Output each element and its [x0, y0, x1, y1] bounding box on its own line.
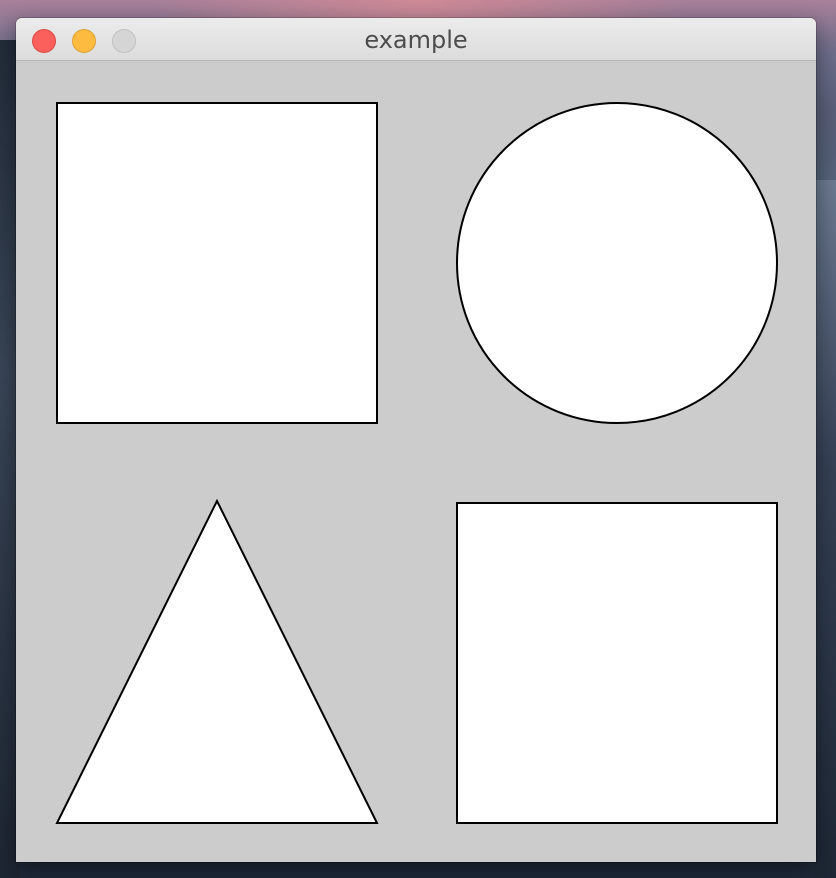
window-title: example [364, 26, 468, 54]
shapes-svg [55, 102, 778, 824]
drawing-canvas[interactable] [16, 61, 816, 862]
title-bar[interactable]: example [16, 18, 816, 61]
square-bottom-right [456, 502, 778, 824]
triangle-bottom-left [55, 498, 379, 824]
square-top-left [56, 102, 378, 424]
app-window: example [16, 18, 816, 862]
desktop-background: example [0, 0, 836, 878]
circle-top-right [456, 102, 778, 424]
wallpaper-right-edge [814, 180, 836, 878]
